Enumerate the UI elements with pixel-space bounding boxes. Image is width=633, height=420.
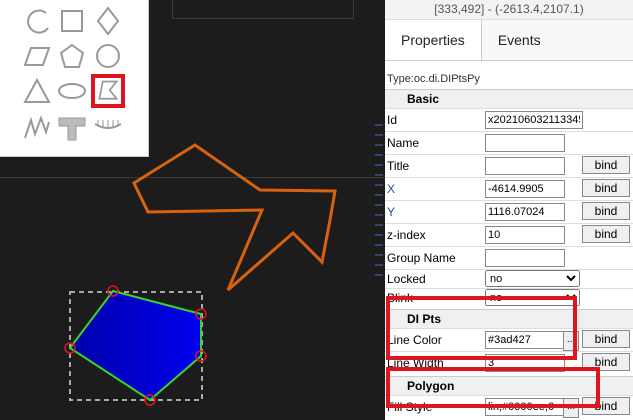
arc-tool[interactable] bbox=[22, 6, 52, 36]
drawing-canvas[interactable] bbox=[0, 0, 385, 420]
ellipse-tool[interactable] bbox=[57, 76, 87, 106]
y-bind-button[interactable]: bind bbox=[582, 202, 630, 220]
property-row-locked: Locked no bbox=[385, 269, 633, 288]
y-field[interactable] bbox=[485, 203, 565, 221]
circle-icon bbox=[96, 44, 120, 68]
properties-panel: [333,492] - (-2613.4,2107.1) Properties … bbox=[385, 0, 633, 420]
x-bind-button[interactable]: bind bbox=[582, 179, 630, 197]
polygon-points-icon bbox=[98, 80, 119, 100]
name-label: Name bbox=[387, 136, 420, 150]
property-row-x: X bind bbox=[385, 177, 633, 200]
tab-properties[interactable]: Properties bbox=[385, 20, 482, 60]
zindex-label: z-index bbox=[387, 228, 426, 242]
ruler-tool[interactable] bbox=[93, 112, 123, 142]
triangle-icon bbox=[23, 77, 51, 103]
diamond-icon bbox=[96, 6, 120, 36]
polygon-points-tool[interactable] bbox=[91, 74, 125, 108]
selected-polygon-shape[interactable] bbox=[68, 289, 202, 402]
orange-polygon-shape[interactable] bbox=[132, 143, 337, 292]
property-row-name: Name bbox=[385, 131, 633, 154]
id-label: Id bbox=[387, 113, 398, 127]
ruler-ticks bbox=[375, 124, 383, 276]
locked-label: Locked bbox=[387, 272, 426, 286]
tab-events[interactable]: Events bbox=[482, 20, 557, 60]
diamond-tool[interactable] bbox=[93, 6, 123, 36]
pipe-tool[interactable] bbox=[57, 112, 87, 142]
pentagon-icon bbox=[59, 43, 85, 68]
polyline-icon bbox=[24, 115, 50, 139]
name-field[interactable] bbox=[485, 134, 565, 152]
cursor-coordinates: [333,492] - (-2613.4,2107.1) bbox=[385, 0, 633, 20]
line-color-bind-button[interactable]: bind bbox=[582, 330, 630, 348]
property-row-id: Id bbox=[385, 108, 633, 131]
zindex-bind-button[interactable]: bind bbox=[582, 225, 630, 243]
object-type: Type:oc.di.DIPtsPy bbox=[387, 73, 480, 85]
rectangle-icon bbox=[61, 10, 83, 32]
pentagon-tool[interactable] bbox=[57, 41, 87, 71]
ruler-icon bbox=[94, 120, 122, 129]
triangle-tool[interactable] bbox=[22, 76, 52, 106]
highlight-di-pts bbox=[386, 296, 577, 360]
property-row-group: Group Name bbox=[385, 246, 633, 269]
shape-palette bbox=[0, 0, 149, 157]
panel-tabs: Properties Events bbox=[385, 20, 633, 61]
ellipse-icon bbox=[58, 83, 86, 99]
section-basic: Basic bbox=[385, 89, 633, 108]
x-label: X bbox=[387, 182, 396, 196]
property-row-title: Title bind bbox=[385, 154, 633, 177]
property-row-zindex: z-index bind bbox=[385, 223, 633, 246]
rectangle-tool[interactable] bbox=[57, 6, 87, 36]
pipe-icon bbox=[58, 117, 86, 141]
property-row-y: Y bind bbox=[385, 200, 633, 223]
parallelogram-tool[interactable] bbox=[22, 41, 52, 71]
title-field[interactable] bbox=[485, 157, 565, 175]
locked-select[interactable]: no bbox=[485, 270, 580, 287]
title-label: Title bbox=[387, 159, 410, 173]
x-field[interactable] bbox=[485, 180, 565, 198]
parallelogram-icon bbox=[23, 47, 51, 66]
highlight-fill-style bbox=[386, 367, 600, 408]
group-name-label: Group Name bbox=[387, 251, 456, 265]
group-name-field[interactable] bbox=[485, 249, 565, 267]
polyline-tool[interactable] bbox=[22, 112, 52, 142]
title-bind-button[interactable]: bind bbox=[582, 156, 630, 174]
arc-icon bbox=[27, 9, 49, 34]
id-field[interactable] bbox=[485, 111, 583, 129]
y-label: Y bbox=[387, 205, 396, 219]
circle-tool[interactable] bbox=[93, 41, 123, 71]
zindex-field[interactable] bbox=[485, 226, 565, 244]
